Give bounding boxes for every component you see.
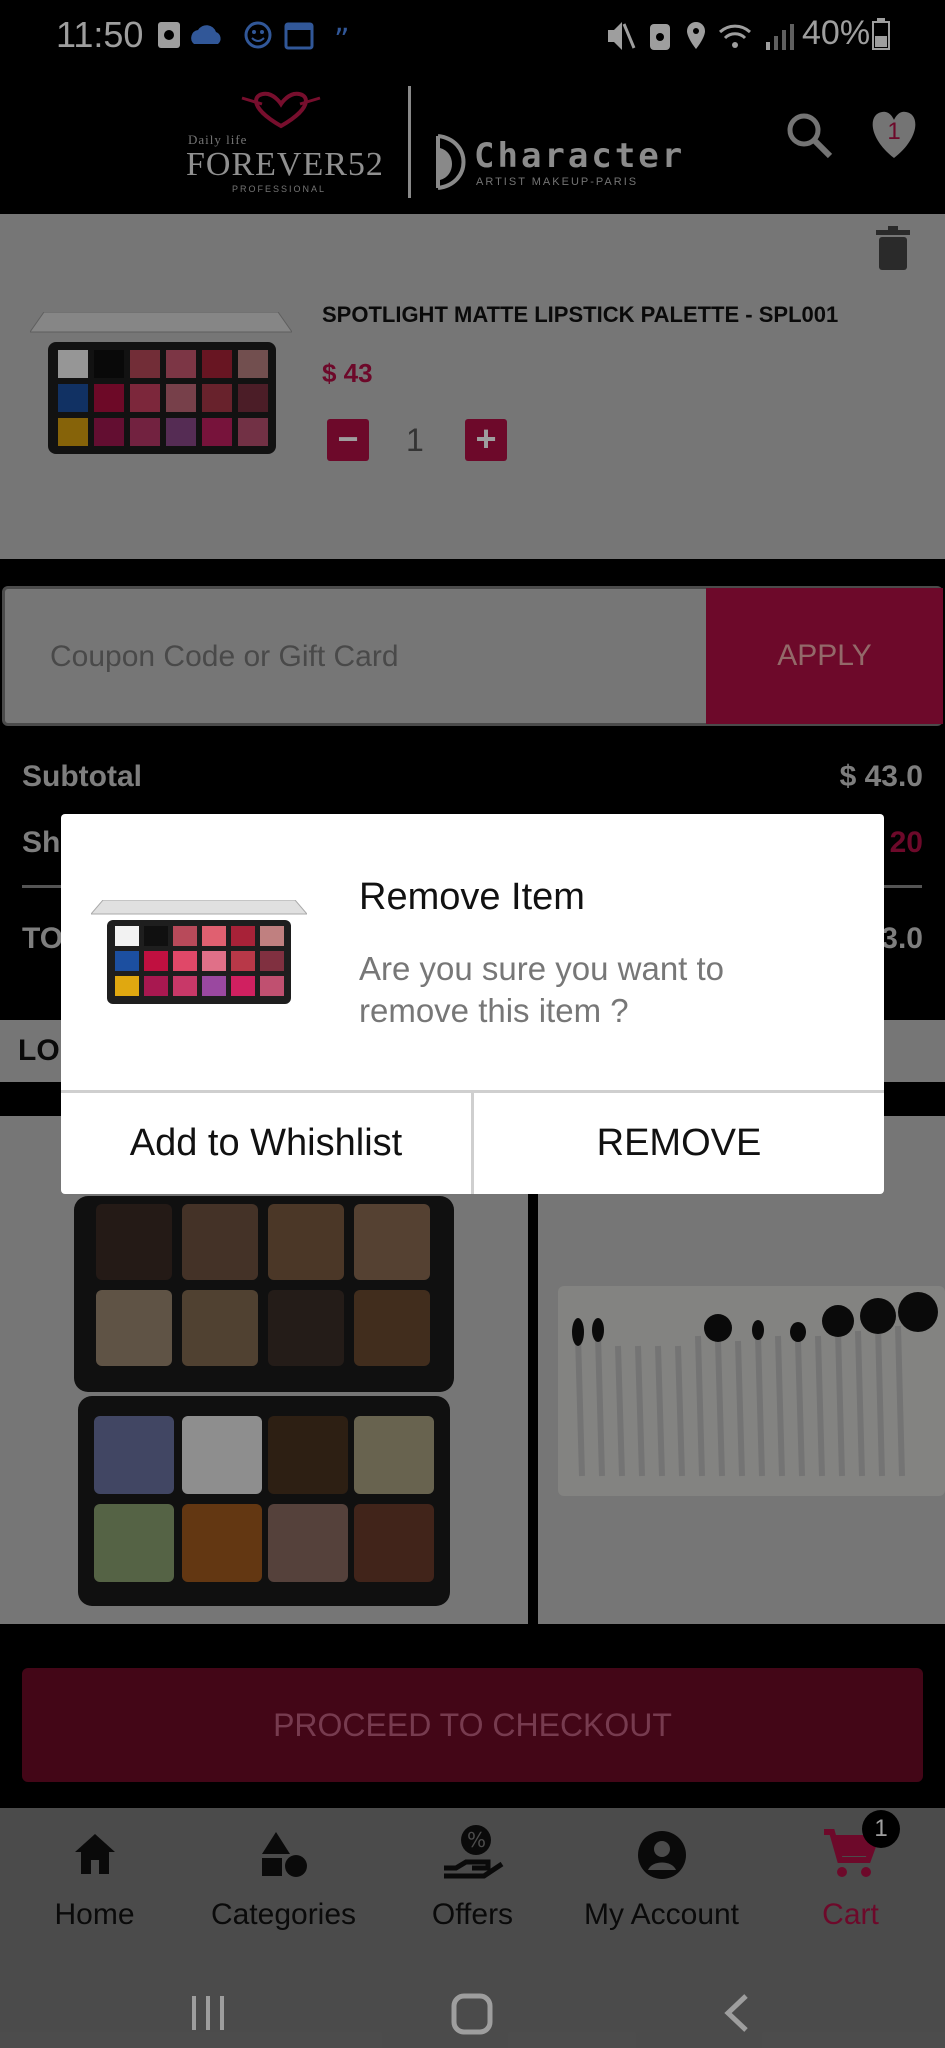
- dialog-title: Remove Item: [359, 876, 585, 918]
- add-to-wishlist-button[interactable]: Add to Whishlist: [61, 1093, 471, 1194]
- dialog-product-image: [91, 900, 307, 1004]
- remove-item-dialog: Remove Item Are you sure you want to rem…: [61, 814, 884, 1194]
- remove-button[interactable]: REMOVE: [474, 1093, 884, 1194]
- dialog-message: Are you sure you want to remove this ite…: [359, 950, 725, 1029]
